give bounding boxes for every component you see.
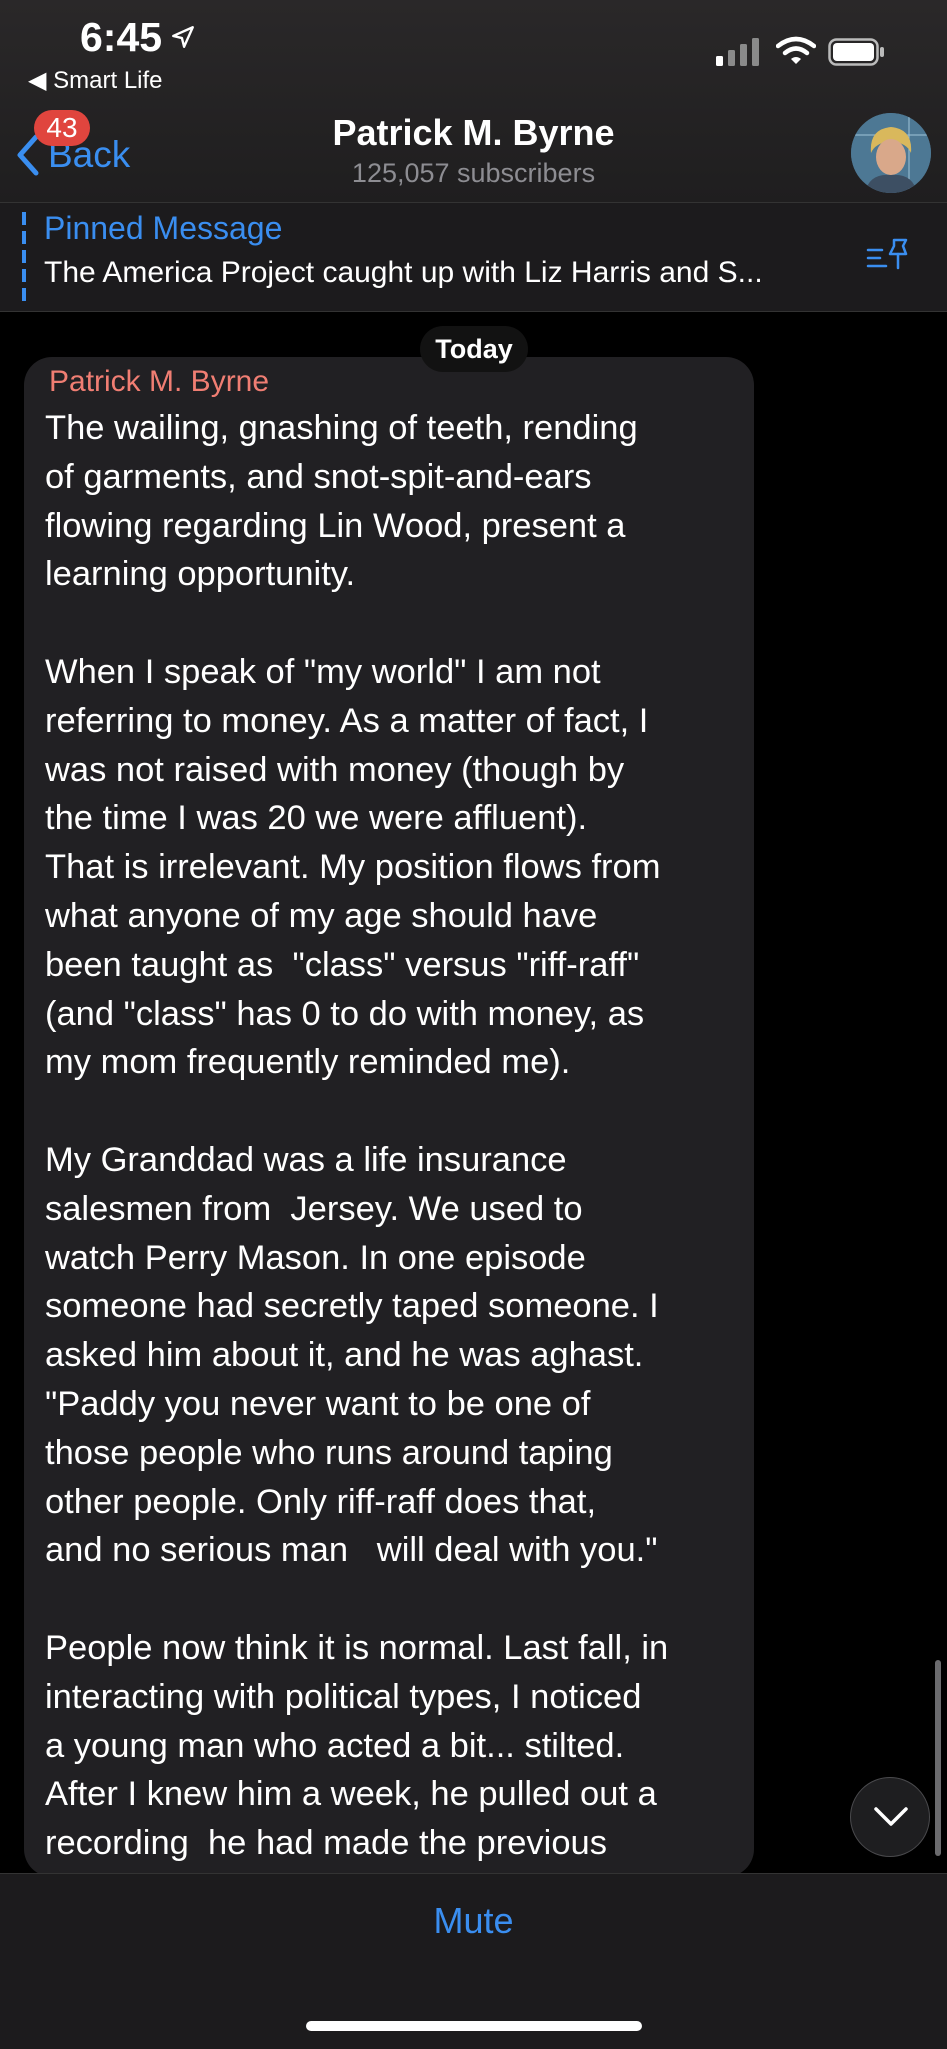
back-app-label: Smart Life <box>53 67 163 94</box>
pinned-list-icon[interactable] <box>866 236 912 276</box>
subscriber-count: 125,057 subscribers <box>351 158 596 188</box>
channel-title: Patrick M. Byrne <box>332 112 615 153</box>
avatar-portrait-icon <box>851 113 931 193</box>
back-to-app-link[interactable]: ◀ Smart Life <box>28 66 163 95</box>
date-separator: Today <box>420 326 528 372</box>
cellular-signal-icon <box>716 38 759 66</box>
channel-avatar[interactable] <box>851 113 931 193</box>
chevron-down-icon <box>874 1807 908 1826</box>
message-author[interactable]: Patrick M. Byrne <box>49 365 269 399</box>
location-arrow-icon <box>172 26 194 48</box>
pinned-preview-text: The America Project caught up with Liz H… <box>44 256 763 289</box>
battery-icon <box>828 38 884 66</box>
mute-button[interactable]: Mute <box>0 1900 947 1942</box>
home-indicator[interactable] <box>306 2021 642 2031</box>
back-triangle-icon: ◀ <box>28 67 47 94</box>
status-time: 6:45 <box>80 14 163 60</box>
pinned-title: Pinned Message <box>44 210 283 246</box>
message-text: The wailing, gnashing of teeth, rending … <box>45 409 669 1863</box>
scroll-to-bottom-button[interactable] <box>850 1777 930 1857</box>
pinned-indicator <box>22 212 26 306</box>
scrollbar[interactable] <box>935 1660 941 1856</box>
wifi-icon <box>776 36 816 64</box>
